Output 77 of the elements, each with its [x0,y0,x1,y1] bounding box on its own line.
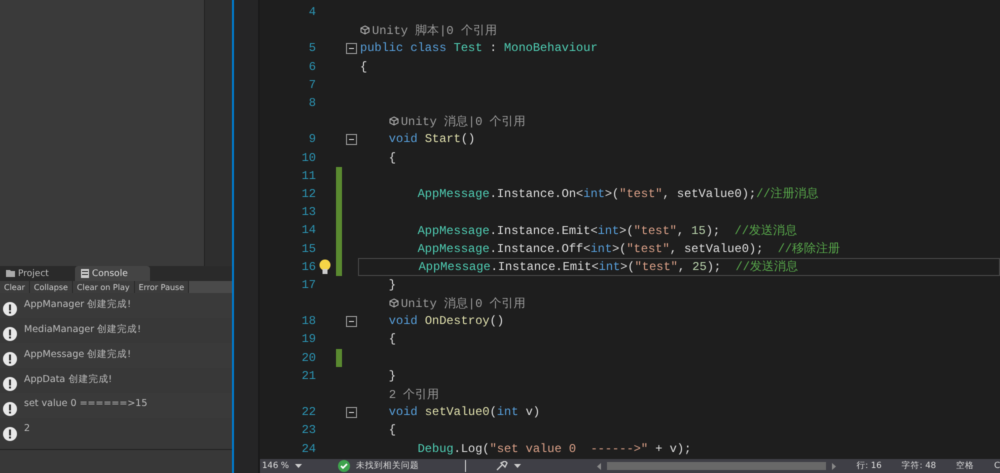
line-number: 6 [308,60,316,74]
code-line: AppMessage.Instance.Off<int>("test", setValue0); //移除注册 [416,241,840,258]
collapse-icon[interactable] [346,42,356,54]
line-number: 9 [308,132,316,146]
code-line: { [388,423,396,438]
info-icon [3,302,17,316]
line-number: 8 [308,96,316,110]
codelens-text[interactable]: Unity 消息|0 个引用 [400,294,526,312]
toolbar-button[interactable]: Collapse [30,281,73,293]
line-number: 21 [300,368,316,383]
code-line: void OnDestroy() [388,314,504,328]
toolbar-button[interactable]: Clear [0,281,30,293]
line-indicator: 行: 16 [856,460,882,472]
codelens-text[interactable]: Unity 消息|0 个引用 [400,112,526,130]
scroll-left-icon[interactable] [597,462,602,470]
log-text: AppManager 创建完成! [24,298,132,311]
info-icon [3,327,17,341]
code-line: Debug.Log("set value 0 ------>" + v); [416,442,692,456]
line-number: 24 [300,442,316,456]
line-number: 17 [300,278,316,292]
code-line: { [359,60,368,74]
line-number: 12 [300,186,316,201]
zoom-level[interactable]: 146 % [262,461,290,471]
log-text: AppMessage 创建完成! [24,348,132,361]
line-number: 22 [300,405,316,420]
line-number: 15 [300,242,316,256]
line-number: 20 [300,350,316,365]
log-text: 2 [24,423,30,434]
line-number: 5 [308,41,316,56]
line-number: 13 [300,205,316,220]
code-line: void Start() [388,132,476,146]
info-icon [3,377,17,391]
info-icon [3,402,17,416]
line-number: 19 [300,332,316,346]
caret-icon[interactable] [514,464,522,468]
line-number: 10 [300,150,316,165]
line-number: 4 [308,5,316,20]
scroll-right-icon[interactable] [832,462,836,470]
caret-icon[interactable] [295,464,302,468]
code-line: public class Test : MonoBehaviour [359,41,598,56]
log-text: MediaManager 创建完成! [24,323,142,336]
console-icon [81,269,89,278]
line-number: 11 [300,168,316,183]
collapse-icon[interactable] [346,134,356,145]
panel-tab[interactable]: Project [0,266,75,281]
folder-icon [6,270,15,277]
lightbulb-icon[interactable] [319,258,331,275]
code-line: AppMessage.Instance.Emit<int>("test", 15); //发送消息 [416,222,797,239]
horizontal-scrollbar[interactable] [607,462,826,470]
code-line: } [388,278,396,292]
check-icon [338,460,350,472]
codelens-text[interactable]: Unity 脚本|0 个引用 [372,22,497,39]
log-text: AppData 创建完成! [24,373,112,386]
info-icon [3,427,17,441]
collapse-icon[interactable] [346,316,356,327]
info-icon [3,352,17,366]
log-text: set value 0 ======>15 [24,398,148,409]
issues-status[interactable]: 未找到相关问题 [356,460,420,472]
line-number: 16 [300,260,316,274]
toolbar-button[interactable]: Clear on Play [72,281,135,293]
code-line: void setValue0(int v) [388,405,540,420]
code-line: AppMessage.Instance.On<int>("test", setValue0);//注册消息 [416,186,819,202]
char-indicator: 字符: 48 [902,460,936,472]
code-line: } [388,368,396,383]
collapse-icon[interactable] [346,406,356,418]
code-line: { [388,332,396,346]
line-number: 18 [300,314,316,328]
line-number: 14 [300,223,316,238]
status-text: C [994,461,1000,471]
brush-icon[interactable] [496,461,508,471]
line-number: 7 [308,78,316,92]
panel-tab[interactable]: Console [75,266,150,281]
line-number: 23 [300,423,316,438]
toolbar-button[interactable]: Error Pause [134,281,190,293]
codelens-text[interactable]: 2 个引用 [388,386,440,403]
indent-indicator[interactable]: 空格 [956,460,974,472]
code-line: { [388,150,396,165]
